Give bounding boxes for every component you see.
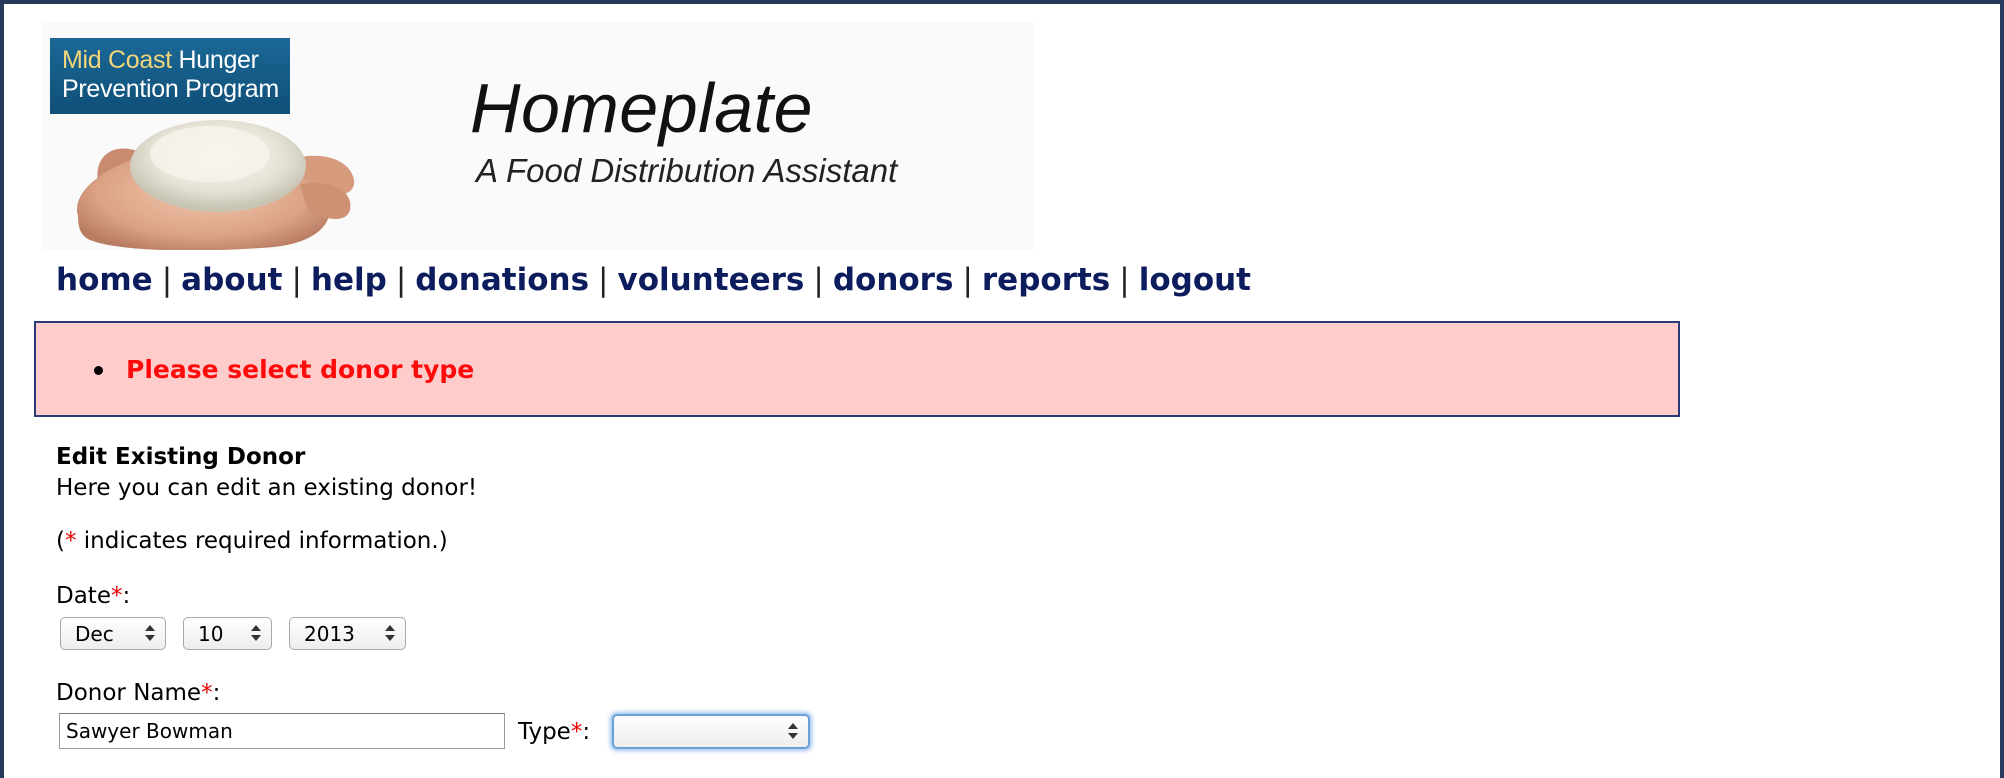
label-colon: :	[212, 680, 221, 706]
header-banner: Mid Coast Hunger Prevention Program Homep…	[42, 22, 1034, 250]
date-label-text: Date	[56, 583, 111, 609]
logo-line2-text: Prevention Program	[62, 75, 279, 103]
type-label: Type*:	[518, 719, 590, 745]
error-message-box: Please select donor type	[34, 321, 1680, 417]
app-subtitle: A Food Distribution Assistant	[476, 152, 898, 189]
form-intro: Here you can edit an existing donor!	[56, 475, 478, 501]
label-colon: :	[122, 583, 131, 609]
date-year-value: 2013	[304, 622, 355, 646]
nav-volunteers[interactable]: volunteers	[617, 262, 804, 298]
date-day-select[interactable]: 10	[183, 617, 272, 650]
select-arrows-icon	[145, 623, 155, 643]
donor-name-label: Donor Name*:	[56, 680, 220, 706]
donor-type-select[interactable]	[612, 714, 810, 749]
nav-separator: |	[395, 262, 407, 298]
nav-logout[interactable]: logout	[1139, 262, 1251, 298]
select-arrows-icon	[251, 623, 261, 643]
error-message: Please select donor type	[126, 355, 475, 384]
main-nav: home | about | help | donations | volunteers | don…	[56, 262, 1251, 298]
nav-separator: |	[813, 262, 824, 298]
logo-accent-text: Mid Coast	[62, 46, 172, 74]
nav-help[interactable]: help	[311, 262, 387, 298]
nav-separator: |	[1119, 262, 1130, 298]
form-heading: Edit Existing Donor	[56, 444, 306, 470]
donor-name-label-text: Donor Name	[56, 680, 202, 706]
required-note-text: indicates required information.)	[76, 528, 448, 554]
required-marker: *	[110, 583, 123, 609]
date-month-select[interactable]: Dec	[60, 617, 166, 650]
nav-separator: |	[598, 262, 609, 298]
type-label-text: Type	[518, 719, 571, 745]
donor-name-input[interactable]	[59, 713, 505, 749]
nav-separator: |	[161, 262, 173, 298]
select-arrows-icon	[385, 623, 395, 643]
nav-home[interactable]: home	[56, 262, 153, 298]
required-note: (* indicates required information.)	[56, 528, 448, 554]
nav-reports[interactable]: reports	[982, 262, 1110, 298]
date-day-value: 10	[198, 622, 224, 646]
required-marker: *	[64, 528, 77, 554]
nav-about[interactable]: about	[181, 262, 282, 298]
nav-separator: |	[291, 262, 302, 298]
organization-logo: Mid Coast Hunger Prevention Program	[50, 38, 290, 114]
logo-line1-text: Hunger	[171, 46, 259, 74]
nav-donations[interactable]: donations	[415, 262, 589, 298]
date-label: Date*:	[56, 583, 130, 609]
nav-donors[interactable]: donors	[833, 262, 954, 298]
date-year-select[interactable]: 2013	[289, 617, 406, 650]
app-title: Homeplate	[470, 69, 814, 147]
required-marker: *	[570, 719, 583, 745]
required-note-prefix: (	[56, 528, 65, 554]
nav-separator: |	[962, 262, 973, 298]
required-marker: *	[201, 680, 213, 706]
bullet-icon	[94, 366, 103, 375]
date-month-value: Dec	[75, 622, 114, 646]
label-colon: :	[582, 719, 591, 745]
select-arrows-icon	[788, 721, 798, 741]
